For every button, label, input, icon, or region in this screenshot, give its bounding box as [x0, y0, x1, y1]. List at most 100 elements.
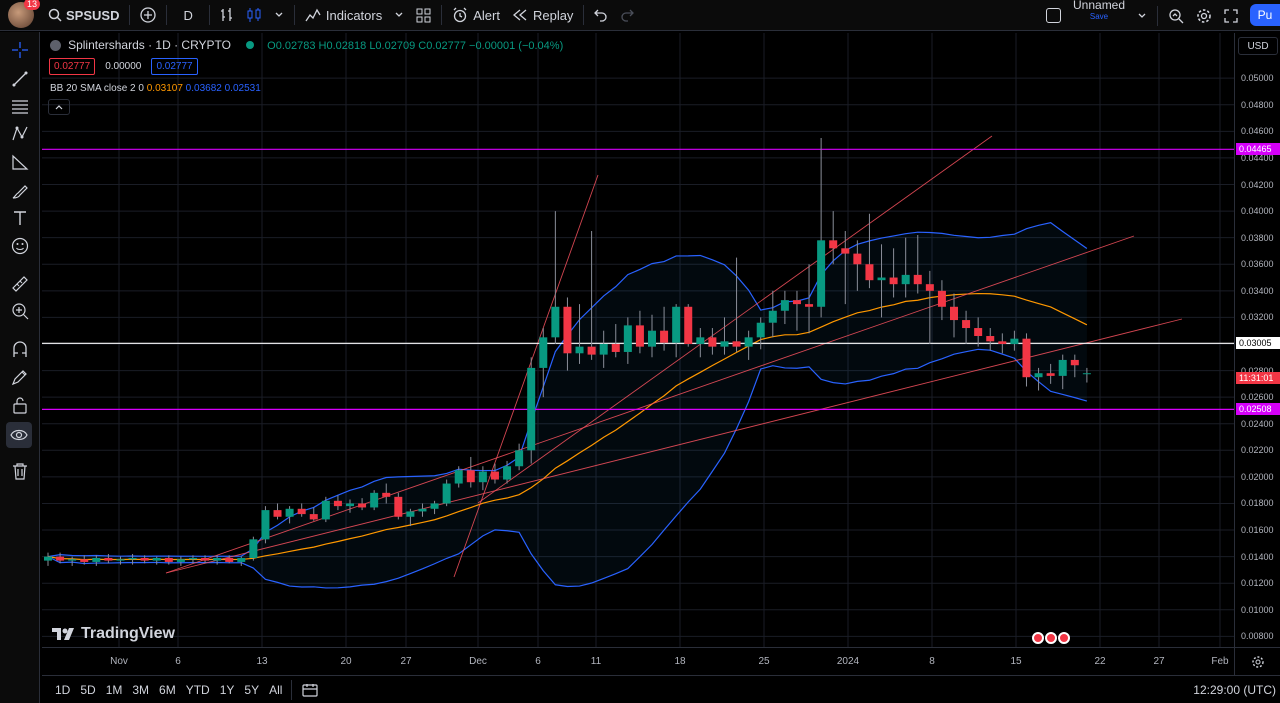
clock[interactable]: 12:29:00 (UTC) [1193, 683, 1276, 697]
publish-button[interactable]: Pu [1250, 4, 1280, 26]
candle-body [563, 306, 572, 354]
candle-body [768, 310, 777, 323]
chart-pane[interactable]: Splintershards · 1D · CRYPTO O0.02783 H0… [42, 33, 1234, 647]
redo-button[interactable] [614, 0, 640, 31]
candle-body [321, 500, 330, 520]
candle-body [913, 274, 922, 285]
price-tick-label: 0.01200 [1241, 578, 1274, 589]
crosshair-icon[interactable] [10, 40, 30, 60]
magnifier-icon [1169, 8, 1184, 23]
trend-line-icon[interactable] [10, 69, 30, 89]
range-button-6m[interactable]: 6M [154, 683, 181, 697]
layout-name-button[interactable]: Unnamed Save [1067, 0, 1131, 31]
bid-box[interactable]: 0.02777 [49, 58, 96, 75]
tradingview-logo[interactable]: TradingView [52, 625, 175, 643]
interval-button[interactable]: D [171, 0, 204, 31]
candle-body [1070, 359, 1079, 366]
candle-body [974, 328, 983, 337]
layout-name: Unnamed [1073, 0, 1126, 12]
compare-symbol-button[interactable] [134, 0, 162, 31]
rewind-icon [512, 9, 527, 21]
candle-body [1010, 338, 1019, 344]
indicators-button[interactable]: Indicators [299, 0, 388, 31]
price-tick-label: 0.00800 [1241, 631, 1274, 642]
range-button-1y[interactable]: 1Y [215, 683, 240, 697]
price-tick-label: 0.03800 [1241, 232, 1274, 243]
horizontal-line-price-tag: 0.03005 [1236, 337, 1280, 350]
gear-icon [1197, 8, 1211, 23]
candle-style-button[interactable] [240, 0, 268, 31]
candle-body [273, 510, 282, 517]
range-button-5y[interactable]: 5Y [239, 683, 264, 697]
eye-icon[interactable] [6, 422, 32, 448]
range-button-1m[interactable]: 1M [101, 683, 128, 697]
alert-button[interactable]: Alert [446, 0, 506, 31]
indicator-templates-dropdown[interactable] [388, 0, 410, 31]
candle-body [792, 300, 801, 305]
candle-body [515, 450, 524, 467]
pattern-icon[interactable] [10, 124, 30, 144]
divider [583, 5, 585, 25]
economic-events[interactable] [1032, 632, 1070, 644]
candle-body [901, 274, 910, 285]
collapse-legend-button[interactable] [48, 99, 70, 115]
candle-body [805, 304, 814, 307]
candle-body [140, 557, 149, 561]
price-tick-label: 0.04800 [1241, 99, 1274, 110]
fullscreen-button[interactable] [1218, 0, 1244, 31]
brush-icon[interactable] [10, 181, 30, 201]
us-flag-icon[interactable] [1032, 632, 1044, 644]
time-axis[interactable]: Nov 6 13 20 27 Dec 6 11 18 25 2024 8 15 22 27 Feb [42, 647, 1234, 675]
time-tick-label: 6 [175, 656, 181, 667]
candle-body [176, 559, 185, 562]
top-toolbar: 13 SPSUSD D Indicators Alert Replay Unna… [0, 0, 1280, 31]
us-flag-icon[interactable] [1058, 632, 1070, 644]
candle-body [56, 556, 65, 561]
chevron-down-icon [395, 12, 403, 17]
time-tick-label: 25 [758, 656, 770, 667]
currency-button[interactable]: USD [1238, 37, 1278, 55]
undo-button[interactable] [588, 0, 614, 31]
stay-in-drawing-mode-icon[interactable] [10, 367, 30, 387]
emoji-icon[interactable] [10, 236, 30, 256]
candle-body [865, 264, 874, 281]
go-to-date-button[interactable] [296, 674, 324, 703]
prediction-icon[interactable] [10, 152, 30, 172]
layout-checkbox[interactable] [1040, 0, 1067, 31]
candle-body [418, 508, 427, 512]
settings-button[interactable] [1190, 0, 1218, 31]
range-button-all[interactable]: All [264, 683, 287, 697]
redo-icon [621, 9, 635, 22]
candle-body [370, 492, 379, 508]
ask-box[interactable]: 0.02777 [151, 58, 198, 75]
text-icon[interactable] [10, 208, 30, 228]
quick-search-button[interactable] [1162, 0, 1190, 31]
lock-icon[interactable] [10, 395, 30, 415]
ruler-icon[interactable] [10, 274, 30, 294]
time-tick-label: 18 [674, 656, 686, 667]
zoom-in-icon[interactable] [10, 301, 30, 321]
layout-dropdown[interactable] [1131, 0, 1153, 31]
range-button-3m[interactable]: 3M [127, 683, 154, 697]
symbol-search-button[interactable]: SPSUSD [42, 0, 125, 31]
candles-icon [247, 8, 261, 22]
candle-body [986, 336, 995, 342]
range-button-5d[interactable]: 5D [75, 683, 100, 697]
bb-legend[interactable]: BB 20 SMA close 2 0 0.03107 0.03682 0.02… [50, 83, 261, 94]
price-tick-label: 0.04600 [1241, 126, 1274, 137]
user-avatar[interactable]: 13 [8, 0, 40, 28]
layout-grid-button[interactable] [410, 0, 437, 31]
replay-button[interactable]: Replay [506, 0, 579, 31]
magnet-icon[interactable] [10, 339, 30, 359]
upper-line-price-tag: 0.04465 [1236, 143, 1280, 156]
bar-style-button[interactable] [214, 0, 240, 31]
range-button-1d[interactable]: 1D [50, 683, 75, 697]
us-flag-icon[interactable] [1045, 632, 1057, 644]
range-button-ytd[interactable]: YTD [181, 683, 215, 697]
price-axis[interactable]: USD 0.05000 0.04800 0.04600 0.04400 0.04200 0… [1234, 33, 1280, 647]
fib-retracement-icon[interactable] [10, 97, 30, 117]
chart-type-dropdown[interactable] [268, 0, 290, 31]
spread-box: 0.00000 [105, 61, 142, 72]
axis-settings-button[interactable] [1234, 647, 1280, 675]
trash-icon[interactable] [10, 461, 30, 481]
